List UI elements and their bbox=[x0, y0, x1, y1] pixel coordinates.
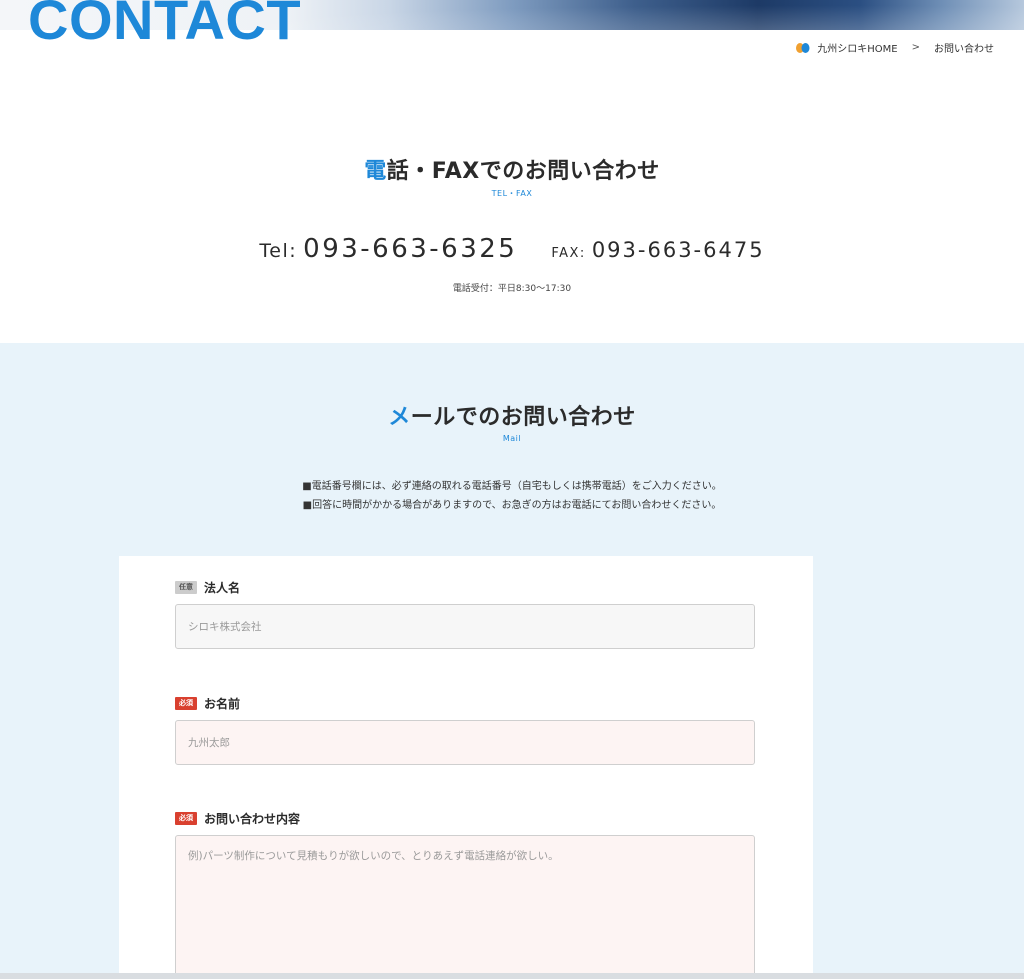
breadcrumb: 九州シロキHOME > お問い合わせ bbox=[795, 40, 994, 55]
inquiry-field-label: 必須 お問い合わせ内容 bbox=[175, 810, 300, 827]
mail-notes: ■電話番号欄には、必ず連絡の取れる電話番号（自宅もしくは携帯電話）をご入力くださ… bbox=[0, 477, 1024, 515]
mail-section: メールでのお問い合わせ Mail ■電話番号欄には、必ず連絡の取れる電話番号（自… bbox=[0, 343, 1024, 979]
contact-form: 任意 法人名 必須 お名前 必須 お問い合わせ内容 bbox=[119, 556, 813, 979]
fax-number: 093-663-6475 bbox=[591, 238, 765, 262]
tel-number-link[interactable]: 093-663-6325 bbox=[303, 234, 517, 264]
page-title: CONTACT bbox=[28, 0, 302, 51]
optional-badge: 任意 bbox=[175, 581, 197, 594]
name-label: お名前 bbox=[204, 697, 241, 711]
tel-fax-section: 電話・FAXでのお問い合わせ TEL・FAX Tel: 093-663-6325… bbox=[0, 100, 1024, 343]
fax-label: FAX: bbox=[551, 246, 586, 261]
mail-heading-rest: ールでのお問い合わせ bbox=[410, 405, 636, 430]
company-label: 法人名 bbox=[204, 581, 241, 595]
brand-logo-icon bbox=[796, 42, 810, 53]
company-field-label: 任意 法人名 bbox=[175, 579, 240, 596]
phone-numbers: Tel: 093-663-6325 FAX: 093-663-6475 bbox=[0, 234, 1024, 264]
required-badge: 必須 bbox=[175, 812, 197, 825]
breadcrumb-home-link[interactable]: 九州シロキHOME bbox=[817, 40, 897, 55]
tel-fax-heading-rest: 話・FAXでのお問い合わせ bbox=[386, 159, 660, 184]
required-badge: 必須 bbox=[175, 697, 197, 710]
company-input[interactable] bbox=[175, 604, 755, 649]
mail-subtitle: Mail bbox=[502, 434, 522, 443]
mail-heading-accent: メ bbox=[388, 405, 411, 430]
tel-fax-heading: 電話・FAXでのお問い合わせ bbox=[0, 153, 1024, 185]
inquiry-textarea[interactable] bbox=[175, 835, 755, 979]
name-field-label: 必須 お名前 bbox=[175, 695, 240, 712]
page-bottom-edge bbox=[0, 973, 1024, 979]
inquiry-label: お問い合わせ内容 bbox=[204, 812, 301, 826]
tel-label: Tel: bbox=[259, 240, 298, 262]
mail-heading: メールでのお問い合わせ bbox=[0, 399, 1024, 431]
name-input[interactable] bbox=[175, 720, 755, 765]
tel-fax-heading-accent: 電 bbox=[364, 159, 387, 184]
mail-note: ■回答に時間がかかる場合がありますので、お急ぎの方はお電話にてお問い合わせくださ… bbox=[302, 500, 722, 511]
tel-fax-subtitle: TEL・FAX bbox=[491, 189, 533, 198]
mail-note: ■電話番号欄には、必ず連絡の取れる電話番号（自宅もしくは携帯電話）をご入力くださ… bbox=[302, 481, 722, 492]
breadcrumb-separator: > bbox=[911, 42, 920, 53]
phone-hours: 電話受付：平日8:30～17:30 bbox=[452, 284, 572, 294]
breadcrumb-current: お問い合わせ bbox=[934, 44, 994, 55]
